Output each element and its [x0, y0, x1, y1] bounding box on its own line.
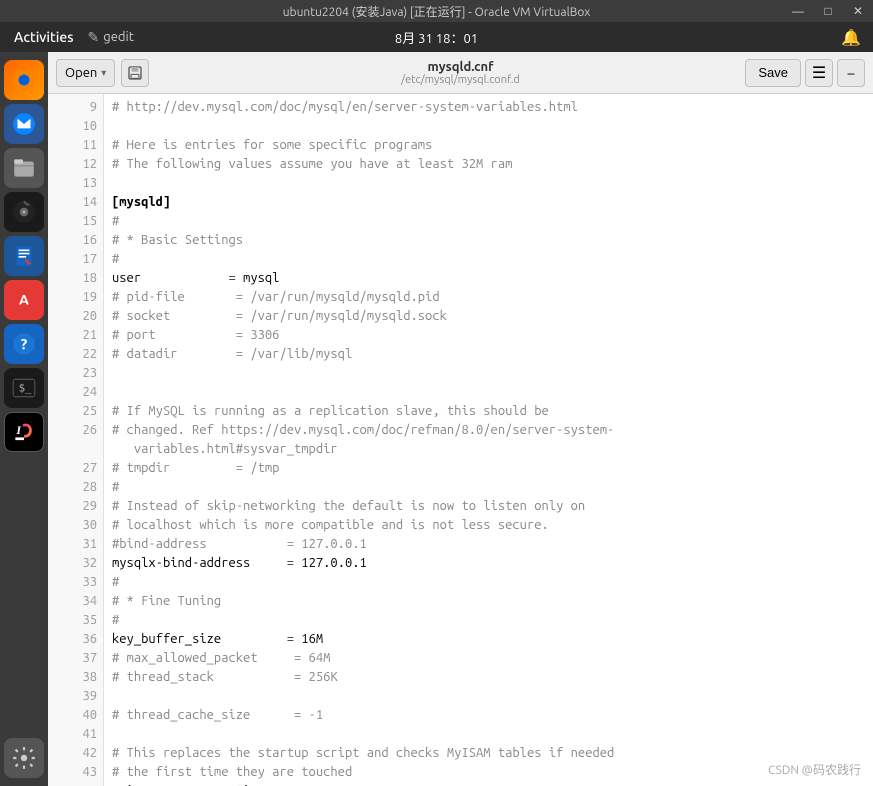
- title-bar: ubuntu2204 (安装Java) [正在运行] - Oracle VM V…: [0, 0, 873, 22]
- gedit-header-right: Save ☰ –: [745, 59, 865, 87]
- svg-text:$_: $_: [19, 381, 33, 394]
- dock-terminal[interactable]: $_: [4, 368, 44, 408]
- open-button[interactable]: Open ▾: [56, 59, 115, 87]
- editor-area[interactable]: 9 10 11 12 13 14 15 16 17 18 19 20 21 22…: [48, 94, 873, 786]
- gedit-filepath: /etc/mysql/mysql.conf.d: [401, 74, 520, 86]
- activities-button[interactable]: Activities: [8, 27, 80, 47]
- gedit-title-center: mysqld.cnf /etc/mysql/mysql.conf.d: [401, 60, 520, 86]
- dock-help[interactable]: ?: [4, 324, 44, 364]
- minimize-button[interactable]: —: [783, 0, 813, 22]
- taskbar-clock: 8月 31 18：01: [395, 28, 478, 47]
- gedit-taskbar-button[interactable]: ✎ gedit: [88, 29, 134, 46]
- dock-firefox[interactable]: [4, 60, 44, 100]
- dock-thunderbird[interactable]: [4, 104, 44, 144]
- menu-icon: ☰: [812, 63, 826, 82]
- dock-music[interactable]: [4, 192, 44, 232]
- gedit-header: Open ▾ mysqld.cnf /etc/mysql/mysql.conf.…: [48, 52, 873, 94]
- gedit-window: Open ▾ mysqld.cnf /etc/mysql/mysql.conf.…: [48, 52, 873, 786]
- open-dropdown-arrow: ▾: [101, 67, 106, 79]
- dock-appstore[interactable]: A: [4, 280, 44, 320]
- menu-button[interactable]: ☰: [805, 59, 833, 87]
- dock-settings[interactable]: [4, 738, 44, 778]
- window-title: ubuntu2204 (安装Java) [正在运行] - Oracle VM V…: [283, 3, 591, 20]
- dock-writer[interactable]: [4, 236, 44, 276]
- code-content[interactable]: # http://dev.mysql.com/doc/mysql/en/serv…: [104, 94, 873, 786]
- close-gedit-button[interactable]: –: [837, 59, 865, 87]
- close-button[interactable]: ✕: [843, 0, 873, 22]
- dock-files[interactable]: [4, 148, 44, 188]
- gedit-icon: ✎: [88, 29, 100, 46]
- watermark: CSDN @码农践行: [768, 761, 861, 778]
- svg-text:A: A: [19, 291, 29, 307]
- open-label: Open: [65, 66, 97, 80]
- window-controls: — □ ✕: [783, 0, 873, 22]
- svg-text:I: I: [15, 423, 21, 437]
- close-gedit-icon: –: [848, 65, 855, 81]
- line-numbers: 9 10 11 12 13 14 15 16 17 18 19 20 21 22…: [48, 94, 104, 786]
- save-button[interactable]: Save: [745, 59, 801, 87]
- save-icon: [127, 65, 143, 81]
- svg-text:?: ?: [21, 335, 28, 352]
- taskbar: Activities ✎ gedit 8月 31 18：01 🔔: [0, 22, 873, 52]
- save-icon-button[interactable]: [121, 59, 149, 87]
- notification-icon[interactable]: 🔔: [841, 28, 861, 47]
- restore-button[interactable]: □: [813, 0, 843, 22]
- gedit-filename: mysqld.cnf: [401, 60, 520, 74]
- dock-intellij[interactable]: I: [4, 412, 44, 452]
- gedit-label: gedit: [103, 30, 134, 44]
- dock: A ? $_ I: [0, 52, 48, 786]
